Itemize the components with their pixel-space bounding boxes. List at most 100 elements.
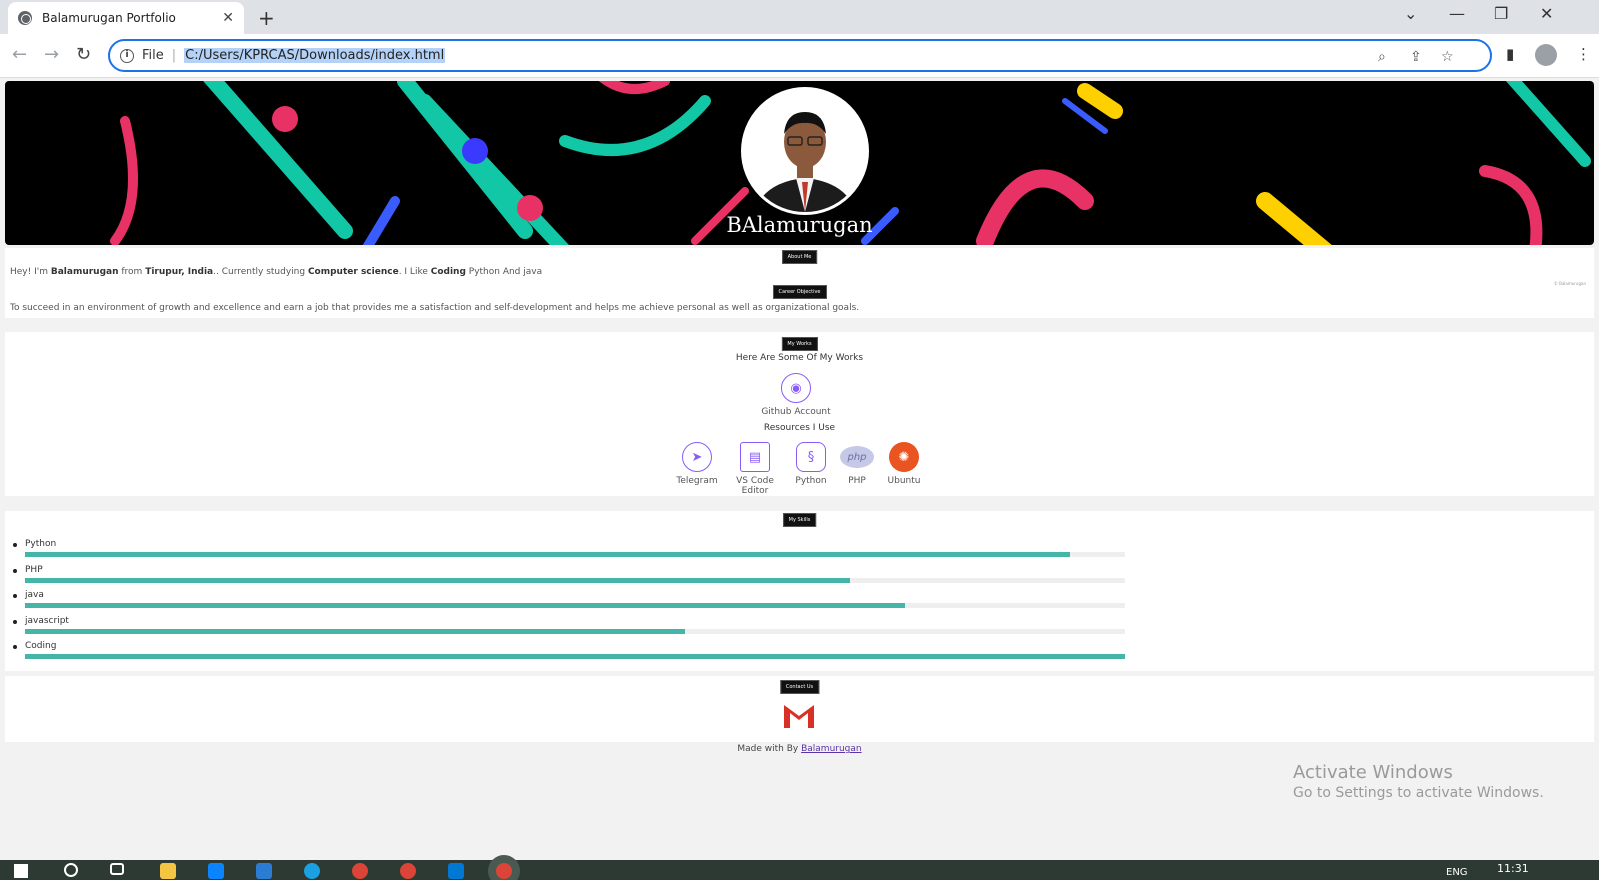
my-skills-label: My Skills: [782, 513, 817, 527]
url-text[interactable]: C:/Users/KPRCAS/Downloads/index.html: [184, 48, 446, 63]
works-section: My Works Here Are Some Of My Works ◉ Git…: [5, 332, 1594, 496]
profile-avatar[interactable]: [1535, 44, 1557, 66]
skill-name: Coding: [25, 641, 57, 652]
activate-windows-title: Activate Windows: [1293, 762, 1453, 783]
github-icon: ◉: [781, 373, 811, 403]
skills-list: Python PHP java javascript Coding: [13, 539, 1125, 667]
ubuntu-icon: ✺: [889, 442, 919, 472]
skill-name: javascript: [25, 615, 69, 626]
ubuntu-label: Ubuntu: [887, 476, 921, 486]
skill-bar-fill: [25, 628, 685, 634]
info-icon[interactable]: i: [120, 48, 134, 63]
task-view-icon[interactable]: [110, 863, 124, 875]
chrome-active-icon[interactable]: [496, 863, 512, 879]
about-section: About Me Hey! I'm Balamurugan from Tirup…: [5, 248, 1594, 318]
file-explorer-icon[interactable]: [160, 863, 176, 879]
address-bar[interactable]: i File | C:/Users/KPRCAS/Downloads/index…: [108, 39, 1492, 72]
forward-button[interactable]: →: [44, 44, 59, 65]
telegram-label: Telegram: [676, 476, 718, 486]
skills-section: My Skills Python PHP java javascript Coding: [5, 511, 1594, 671]
resources-heading: Resources I Use: [763, 423, 836, 433]
store-icon[interactable]: [208, 863, 224, 879]
objective-paragraph: To succeed in an environment of growth a…: [10, 303, 860, 313]
search-icon[interactable]: [64, 863, 78, 877]
chrome-icon-2[interactable]: [400, 863, 416, 879]
tab-title: Balamurugan Portfolio: [42, 11, 176, 25]
omnibox-separator: |: [171, 48, 177, 63]
vscode-label: VS Code Editor: [736, 476, 774, 496]
skill-bar-fill: [25, 603, 905, 609]
globe-icon: [18, 11, 32, 25]
browser-tab[interactable]: Balamurugan Portfolio ✕: [8, 2, 244, 34]
tab-search-icon[interactable]: ⌄: [1404, 4, 1417, 23]
side-panel-icon[interactable]: ▮: [1506, 45, 1514, 63]
skill-item: Coding: [13, 641, 1125, 667]
contact-section: Contact Us: [5, 676, 1594, 742]
skill-item: PHP: [13, 564, 1125, 591]
works-heading: Here Are Some Of My Works: [735, 353, 864, 363]
restore-button[interactable]: ❐: [1494, 4, 1508, 23]
windows-taskbar: ENG 11:31: [0, 860, 1599, 880]
chrome-icon[interactable]: [352, 863, 368, 879]
skill-item: Python: [13, 539, 1125, 565]
profile-photo: [741, 87, 869, 215]
share-icon[interactable]: ⇪: [1410, 49, 1422, 65]
vscode-icon: ▤: [740, 442, 770, 472]
zoom-icon[interactable]: ⌕: [1378, 49, 1386, 65]
back-button[interactable]: ←: [12, 44, 27, 65]
skill-name: Python: [25, 539, 57, 549]
minimize-button[interactable]: —: [1449, 4, 1465, 23]
side-note: © Balamurugan: [1553, 281, 1586, 286]
gmail-icon[interactable]: [782, 703, 816, 728]
close-tab-icon[interactable]: ✕: [222, 10, 234, 26]
skill-bar-track: [25, 628, 1125, 634]
skill-item: javascript: [13, 615, 1125, 642]
python-link[interactable]: § Python: [792, 442, 830, 486]
bookmark-star-icon[interactable]: ☆: [1441, 49, 1454, 65]
php-icon: php: [840, 446, 874, 468]
skill-bar-fill: [25, 552, 1070, 557]
page-viewport: BAlamurugan About Me Hey! I'm Balamuruga…: [0, 79, 1599, 860]
taskbar-clock[interactable]: 11:31: [1497, 862, 1529, 875]
python-icon: §: [796, 442, 826, 472]
window-close-button[interactable]: ✕: [1540, 4, 1553, 23]
mail-icon[interactable]: [256, 863, 272, 879]
career-objective-label: Career Objective: [772, 285, 827, 299]
intro-paragraph: Hey! I'm Balamurugan from Tirupur, India…: [10, 267, 543, 277]
start-icon[interactable]: [14, 864, 28, 878]
skill-bar-fill: [25, 654, 1125, 660]
made-by-text: Made with By: [737, 744, 802, 754]
my-works-label: My Works: [781, 337, 818, 351]
skill-name: PHP: [25, 564, 43, 575]
language-indicator[interactable]: ENG: [1446, 867, 1468, 878]
tab-strip: Balamurugan Portfolio ✕ + ⌄ — ❐ ✕: [0, 0, 1599, 34]
new-tab-button[interactable]: +: [258, 6, 275, 30]
skill-bar-fill: [25, 577, 850, 583]
page-footer: Made with By Balamurugan: [0, 744, 1599, 754]
skill-bar-track: [25, 603, 1125, 609]
activate-windows-subtitle: Go to Settings to activate Windows.: [1293, 785, 1544, 801]
about-me-label: About Me: [781, 250, 818, 264]
skill-item: java: [13, 590, 1125, 616]
menu-icon[interactable]: ⋮: [1576, 45, 1591, 63]
skill-name: java: [25, 590, 44, 601]
python-label: Python: [795, 476, 827, 486]
edge-icon[interactable]: [304, 863, 320, 879]
skill-bar-track: [25, 577, 1125, 583]
github-link[interactable]: ◉ Github Account: [752, 373, 840, 417]
github-label: Github Account: [761, 407, 831, 417]
contact-us-label: Contact Us: [779, 680, 820, 694]
vscode-link[interactable]: ▤ VS Code Editor: [723, 442, 787, 496]
telegram-link[interactable]: ➤ Telegram: [672, 442, 722, 486]
vscode-taskbar-icon[interactable]: [448, 863, 464, 879]
author-link[interactable]: Balamurugan: [801, 744, 862, 754]
php-link[interactable]: php PHP: [838, 442, 876, 486]
skill-bar-track: [25, 654, 1125, 660]
reload-button[interactable]: ↻: [76, 44, 91, 65]
php-label: PHP: [848, 476, 866, 486]
ubuntu-link[interactable]: ✺ Ubuntu: [885, 442, 923, 486]
browser-toolbar: ← → ↻ i File | C:/Users/KPRCAS/Downloads…: [0, 34, 1599, 78]
hero-name: BAlamurugan: [726, 213, 873, 237]
telegram-icon: ➤: [682, 442, 712, 472]
file-scheme-label: File: [142, 48, 164, 63]
